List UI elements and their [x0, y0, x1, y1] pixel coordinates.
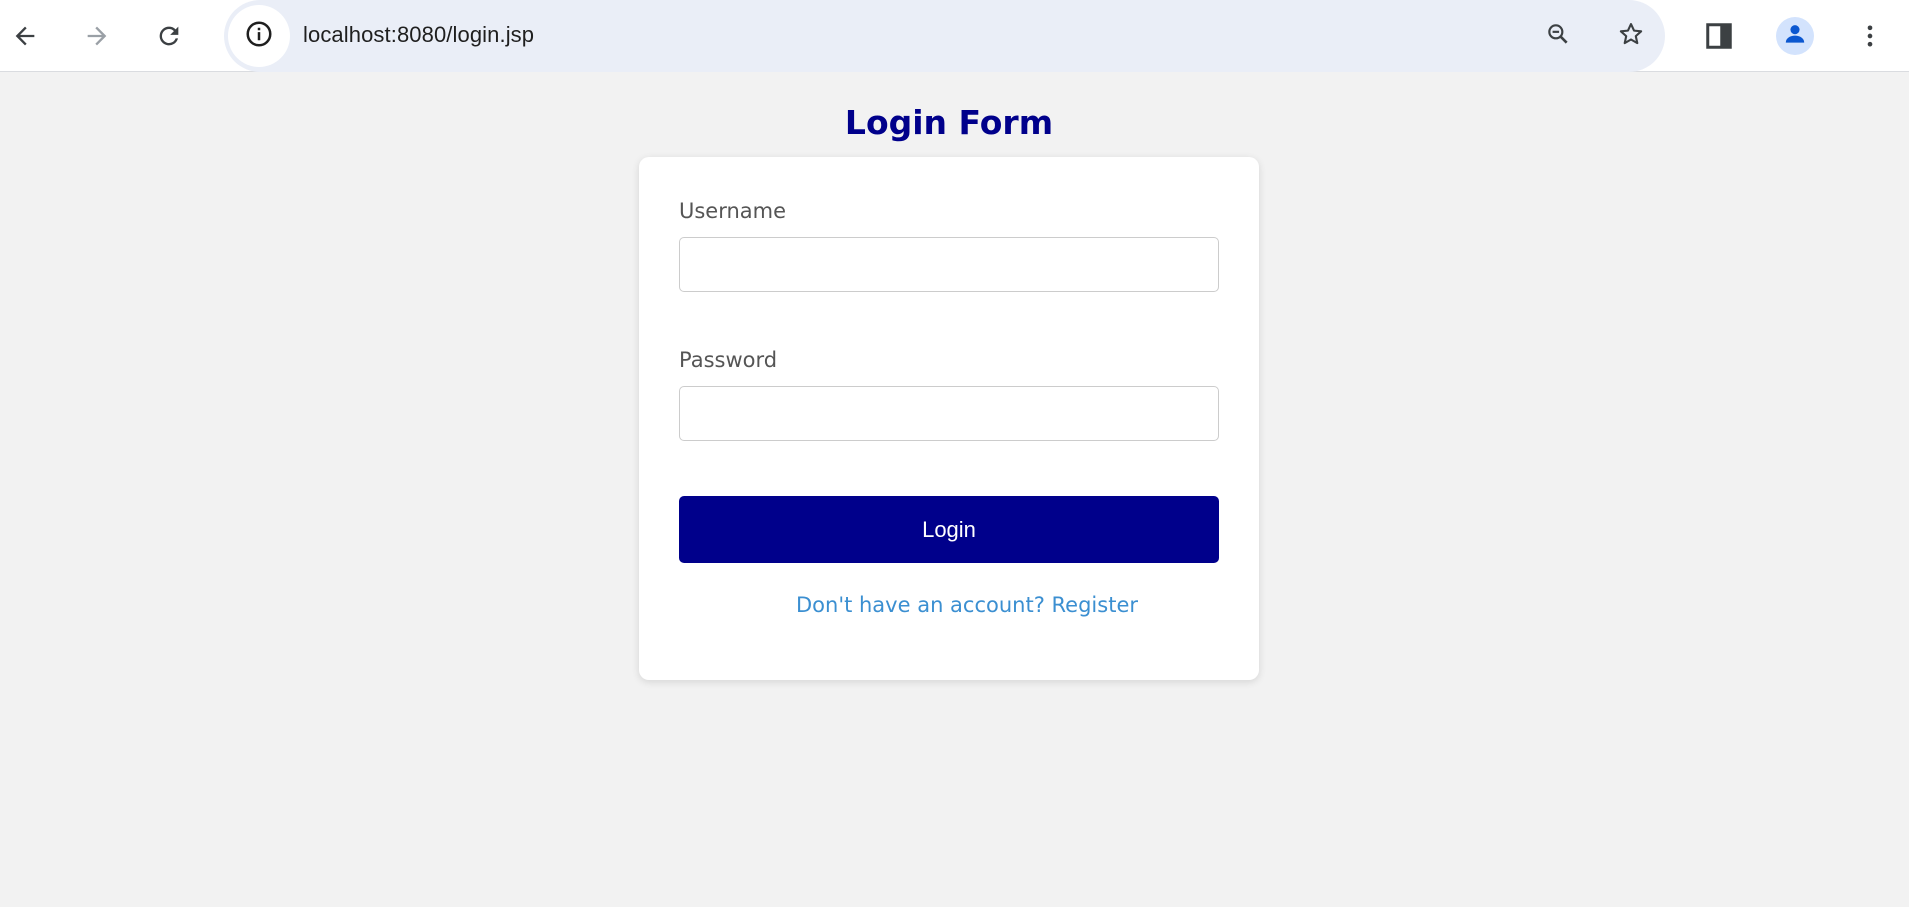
- star-icon: [1617, 20, 1645, 53]
- reload-button[interactable]: [146, 13, 192, 59]
- profile-button[interactable]: [1776, 17, 1814, 55]
- zoom-button[interactable]: [1535, 13, 1581, 59]
- url-text[interactable]: localhost:8080/login.jsp: [303, 22, 534, 48]
- browser-toolbar: localhost:8080/login.jsp: [0, 0, 1909, 72]
- side-panel-icon: [1704, 21, 1734, 51]
- address-bar[interactable]: localhost:8080/login.jsp: [224, 0, 1665, 72]
- forward-button[interactable]: [74, 13, 120, 59]
- register-link[interactable]: Don't have an account? Register: [639, 593, 1295, 617]
- username-label: Username: [679, 199, 787, 223]
- site-info-button[interactable]: [228, 5, 290, 67]
- person-icon: [1782, 21, 1808, 52]
- menu-button[interactable]: [1847, 13, 1893, 59]
- info-icon: [244, 19, 274, 54]
- kebab-menu-icon: [1856, 22, 1884, 50]
- reload-icon: [155, 22, 183, 50]
- login-button[interactable]: Login: [679, 496, 1219, 563]
- password-label: Password: [679, 348, 778, 372]
- login-form: Username Password Login Don't have an ac…: [639, 157, 1259, 680]
- side-panel-button[interactable]: [1696, 13, 1742, 59]
- zoom-out-icon: [1545, 21, 1571, 52]
- bookmark-button[interactable]: [1608, 13, 1654, 59]
- username-input[interactable]: [679, 237, 1219, 292]
- arrow-right-icon: [83, 22, 111, 50]
- back-button[interactable]: [2, 13, 48, 59]
- arrow-left-icon: [11, 22, 39, 50]
- password-input[interactable]: [679, 386, 1219, 441]
- page-title: Login Form: [844, 103, 1054, 142]
